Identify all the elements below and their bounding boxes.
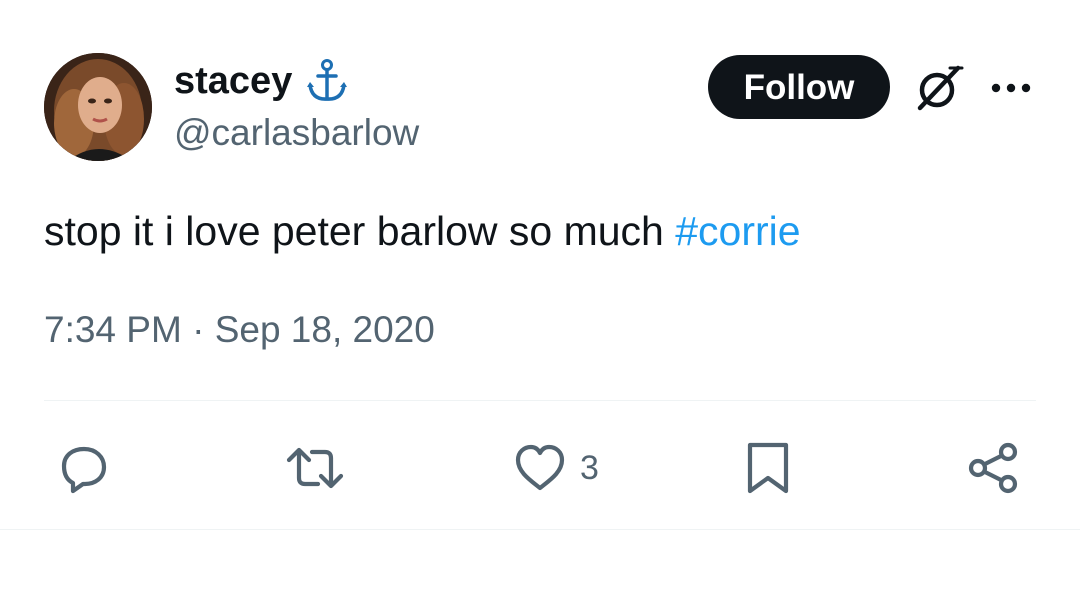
tweet-text: stop it i love peter barlow so much #cor… — [44, 204, 801, 258]
meta-separator: · — [181, 309, 215, 350]
tweet-body: stop it i love peter barlow so much — [44, 208, 676, 254]
hashtag-link[interactable]: #corrie — [675, 208, 800, 254]
share-button[interactable] — [966, 440, 1022, 496]
avatar[interactable] — [44, 53, 152, 161]
reply-button[interactable] — [56, 440, 112, 496]
anchor-icon — [306, 58, 348, 104]
display-name[interactable]: stacey — [174, 58, 348, 104]
retweet-button[interactable] — [285, 440, 345, 496]
heart-icon — [515, 444, 565, 491]
user-handle[interactable]: @carlasbarlow — [174, 110, 419, 156]
tweet-date: Sep 18, 2020 — [214, 309, 435, 350]
tweet-time: 7:34 PM — [44, 309, 182, 350]
bookmark-icon — [747, 442, 789, 494]
share-icon — [968, 442, 1018, 494]
tweet-card: stacey @carlasbarlow Follow stop it i lo… — [0, 0, 1080, 608]
like-button[interactable]: 3 — [512, 440, 599, 496]
bookmark-button[interactable] — [740, 440, 796, 496]
retweet-icon — [286, 447, 344, 489]
reply-icon — [61, 446, 107, 494]
display-name-text: stacey — [174, 60, 293, 102]
grok-icon[interactable] — [912, 62, 966, 114]
follow-button[interactable]: Follow — [708, 55, 890, 119]
like-count: 3 — [580, 449, 599, 487]
more-icon[interactable] — [990, 78, 1032, 98]
tweet-timestamp[interactable]: 7:34 PM · Sep 18, 2020 — [44, 306, 435, 354]
divider — [0, 529, 1080, 530]
divider — [44, 400, 1036, 401]
